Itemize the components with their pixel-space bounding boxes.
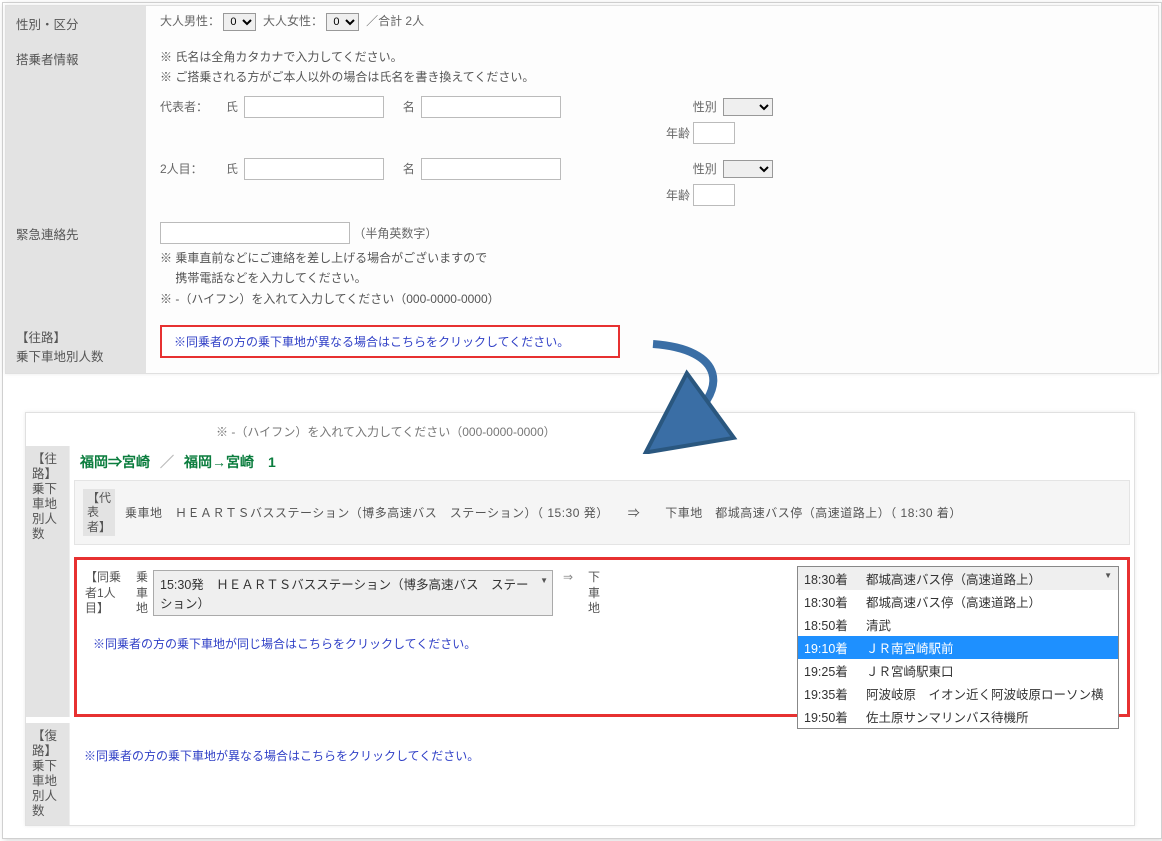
rep-lastname-input[interactable]	[244, 96, 384, 118]
rep-shi-label: 氏	[226, 98, 238, 115]
return-col-label: 【復路】乗下車地別人数	[26, 723, 70, 825]
rep-age-input[interactable]	[693, 122, 735, 144]
companion-stops-box: 【同乗者1人目】 乗車地 15:30発 ＨＥＡＲＴＳバスステーション（博多高速バ…	[74, 557, 1130, 717]
female-label: 大人女性：	[263, 14, 323, 28]
rep-age-label: 年齢	[666, 126, 690, 140]
representative-tag: 【代表者】	[83, 489, 115, 536]
dropdown-option[interactable]: 19:25着ＪＲ宮崎駅東口	[798, 659, 1118, 682]
outbound-col-label: 【往路】乗下車地別人数	[26, 446, 70, 717]
p2-firstname-input[interactable]	[421, 158, 561, 180]
emergency-note-2: 携帯電話などを入力してください。	[160, 268, 1148, 288]
dropdown-option[interactable]: 18:30着都城高速バス停（高速道路上）	[798, 567, 1118, 590]
alighting-dropdown[interactable]: 18:30着都城高速バス停（高速道路上）18:30着都城高速バス停（高速道路上）…	[797, 566, 1119, 729]
p2-lastname-input[interactable]	[244, 158, 384, 180]
p2-label: 2人目：	[160, 160, 220, 177]
route-line: 福岡⇒宮崎／福岡→宮崎 1	[74, 446, 1130, 480]
different-stop-link-2[interactable]: ※同乗者の方の乗下車地が異なる場合はこちらをクリックしてください。	[70, 723, 1134, 825]
emergency-section-label: 緊急連絡先	[6, 216, 146, 319]
p2-sex-label: 性別	[693, 160, 717, 177]
male-count-select[interactable]: 0	[223, 13, 256, 31]
dropdown-option[interactable]: 18:50着清武	[798, 613, 1118, 636]
p2-sex-select[interactable]	[723, 160, 773, 178]
male-label: 大人男性：	[160, 14, 220, 28]
dropdown-option[interactable]: 19:50着佐土原サンマリンバス待機所	[798, 705, 1118, 728]
dropdown-option[interactable]: 19:10着ＪＲ南宮崎駅前	[798, 636, 1118, 659]
halfwidth-label: （半角英数字）	[353, 226, 437, 240]
boarding-select[interactable]: 15:30発 ＨＥＡＲＴＳバスステーション（博多高速バス ステーション）	[153, 570, 553, 616]
total-label: ／合計 2人	[366, 14, 424, 28]
female-count-select[interactable]: 0	[326, 13, 359, 31]
route-section-label: 【往路】 乗下車地別人数	[6, 319, 146, 373]
dropdown-option[interactable]: 19:35着阿波岐原 イオン近く阿波岐原ローソン横	[798, 682, 1118, 705]
p2-shi-label: 氏	[226, 160, 238, 177]
emergency-note-3: ※ -（ハイフン）を入れて入力してください（000-0000-0000）	[160, 289, 1148, 309]
emergency-note-1: ※ 乗車直前などにご連絡を差し上げる場合がございますので	[160, 248, 1148, 268]
rep-sex-select[interactable]	[723, 98, 773, 116]
hyphen-note-2: ※ -（ハイフン）を入れて入力してください（000-0000-0000）	[26, 413, 1134, 446]
p2-mei-label: 名	[403, 160, 415, 177]
emergency-input[interactable]	[160, 222, 350, 244]
representative-stops: 乗車地 ＨＥＡＲＴＳバスステーション（博多高速バス ステーション）（ 15:30…	[125, 504, 1121, 521]
rep-sex-label: 性別	[693, 98, 717, 115]
p2-age-label: 年齢	[666, 188, 690, 202]
rep-label: 代表者：	[160, 98, 220, 115]
companion-tag: 【同乗者1人目】	[85, 570, 131, 617]
passenger-section-label: 搭乗者情報	[6, 41, 146, 216]
gender-section-label: 性別・区分	[6, 6, 146, 41]
rep-firstname-input[interactable]	[421, 96, 561, 118]
board-col-label: 乗車地	[131, 570, 153, 617]
different-stop-link[interactable]: ※同乗者の方の乗下車地が異なる場合はこちらをクリックしてください。	[160, 325, 620, 358]
dropdown-option[interactable]: 18:30着都城高速バス停（高速道路上）	[798, 590, 1118, 613]
rep-mei-label: 名	[403, 98, 415, 115]
alight-col-label: 下車地	[583, 570, 605, 617]
passenger-note-2: ※ ご搭乗される方がご本人以外の場合は氏名を書き換えてください。	[160, 67, 1148, 87]
passenger-note-1: ※ 氏名は全角カタカナで入力してください。	[160, 47, 1148, 67]
arrow-icon	[633, 334, 763, 454]
p2-age-input[interactable]	[693, 184, 735, 206]
arrow-sep-icon: ⇒	[563, 570, 573, 584]
